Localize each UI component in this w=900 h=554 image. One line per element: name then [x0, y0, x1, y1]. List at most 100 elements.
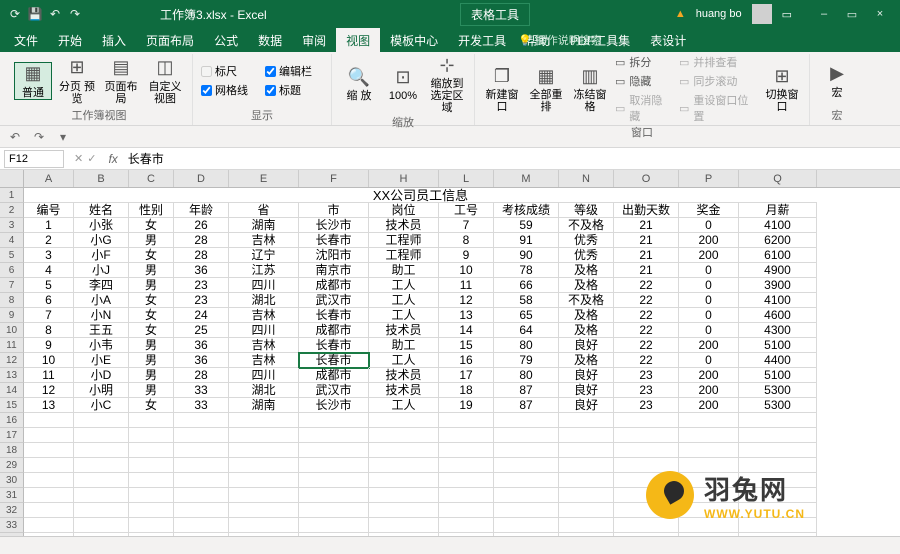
cell[interactable]: 25: [174, 323, 229, 338]
cell[interactable]: 200: [679, 338, 739, 353]
cell[interactable]: [439, 488, 494, 503]
cell[interactable]: [739, 458, 817, 473]
cell[interactable]: [369, 473, 439, 488]
cell[interactable]: 武汉市: [299, 293, 369, 308]
cell[interactable]: 湖南: [229, 398, 299, 413]
cell[interactable]: 良好: [559, 398, 614, 413]
cell[interactable]: 助工: [369, 338, 439, 353]
column-header[interactable]: Q: [739, 170, 817, 187]
freeze-panes-button[interactable]: ▥冻结窗格: [571, 65, 609, 113]
cell[interactable]: 23: [174, 278, 229, 293]
cell[interactable]: 21: [614, 218, 679, 233]
cell[interactable]: 9: [439, 248, 494, 263]
tab-template[interactable]: 模板中心: [380, 28, 448, 53]
cell[interactable]: 小N: [74, 308, 129, 323]
redo-icon[interactable]: ↷: [30, 129, 48, 145]
cell[interactable]: 女: [129, 248, 174, 263]
row-header[interactable]: 14: [0, 383, 24, 398]
column-header[interactable]: N: [559, 170, 614, 187]
tab-file[interactable]: 文件: [4, 28, 48, 53]
cell[interactable]: 59: [494, 218, 559, 233]
column-header[interactable]: L: [439, 170, 494, 187]
cell[interactable]: [174, 443, 229, 458]
column-header[interactable]: P: [679, 170, 739, 187]
cell[interactable]: 79: [494, 353, 559, 368]
undo-icon[interactable]: ↶: [48, 7, 62, 21]
cell[interactable]: 小张: [74, 218, 129, 233]
row-header[interactable]: 17: [0, 428, 24, 443]
cell[interactable]: 吉林: [229, 233, 299, 248]
tab-home[interactable]: 开始: [48, 28, 92, 53]
cell[interactable]: 36: [174, 353, 229, 368]
cell[interactable]: 工程师: [369, 248, 439, 263]
cell[interactable]: 7: [24, 308, 74, 323]
minimize-button[interactable]: –: [810, 4, 838, 24]
cell[interactable]: 22: [614, 278, 679, 293]
cell[interactable]: 江苏: [229, 263, 299, 278]
cell[interactable]: 5: [24, 278, 74, 293]
cell[interactable]: [739, 443, 817, 458]
view-custom-button[interactable]: ◫自定义视图: [146, 57, 184, 105]
cell[interactable]: [129, 413, 174, 428]
row-header[interactable]: 31: [0, 488, 24, 503]
cell[interactable]: 21: [614, 248, 679, 263]
cell[interactable]: 0: [679, 323, 739, 338]
cell[interactable]: [614, 413, 679, 428]
cell[interactable]: 及格: [559, 278, 614, 293]
cell[interactable]: [24, 518, 74, 533]
zoom-selection-button[interactable]: ⊹缩放到 选定区域: [428, 54, 466, 114]
column-header[interactable]: D: [174, 170, 229, 187]
cell[interactable]: [299, 503, 369, 518]
cell[interactable]: 长春市: [299, 233, 369, 248]
cell[interactable]: 21: [614, 233, 679, 248]
cell[interactable]: 吉林: [229, 353, 299, 368]
cell[interactable]: [229, 503, 299, 518]
cell[interactable]: 58: [494, 293, 559, 308]
cell[interactable]: 8: [439, 233, 494, 248]
cell[interactable]: 女: [129, 398, 174, 413]
tab-design[interactable]: 表设计: [640, 28, 696, 53]
cell[interactable]: [24, 458, 74, 473]
cell[interactable]: 工人: [369, 308, 439, 323]
cell[interactable]: 28: [174, 233, 229, 248]
cell[interactable]: 长沙市: [299, 218, 369, 233]
cell[interactable]: 14: [439, 323, 494, 338]
cell[interactable]: 16: [439, 353, 494, 368]
cell[interactable]: 26: [174, 218, 229, 233]
cell[interactable]: 男: [129, 383, 174, 398]
tab-data[interactable]: 数据: [248, 28, 292, 53]
avatar[interactable]: [752, 4, 772, 24]
name-box[interactable]: F12: [4, 150, 64, 168]
zoom-button[interactable]: 🔍缩 放: [340, 66, 378, 102]
cell[interactable]: 13: [439, 308, 494, 323]
tell-me-search[interactable]: 💡 操作说明搜索: [518, 32, 602, 48]
cell[interactable]: 28: [174, 368, 229, 383]
cell[interactable]: 成都市: [299, 368, 369, 383]
cell[interactable]: [229, 428, 299, 443]
cell[interactable]: 3: [24, 248, 74, 263]
split-button[interactable]: ▭ 拆分: [615, 54, 673, 70]
column-header[interactable]: A: [24, 170, 74, 187]
ribbon-options-icon[interactable]: ▭: [782, 8, 792, 21]
cell[interactable]: [174, 488, 229, 503]
cell[interactable]: [24, 473, 74, 488]
cell[interactable]: 湖北: [229, 383, 299, 398]
new-window-button[interactable]: ❐新建窗口: [483, 65, 521, 113]
cell[interactable]: [679, 518, 739, 533]
cell[interactable]: [739, 473, 817, 488]
cell[interactable]: 200: [679, 383, 739, 398]
cell[interactable]: [739, 413, 817, 428]
cell[interactable]: [614, 443, 679, 458]
tab-formula[interactable]: 公式: [204, 28, 248, 53]
cell[interactable]: [679, 488, 739, 503]
cell[interactable]: 12: [439, 293, 494, 308]
cell[interactable]: [229, 473, 299, 488]
select-all-corner[interactable]: [0, 170, 24, 187]
cell[interactable]: [739, 518, 817, 533]
cell[interactable]: [369, 503, 439, 518]
cell[interactable]: 奖金: [679, 203, 739, 218]
cell[interactable]: [494, 488, 559, 503]
cell[interactable]: 90: [494, 248, 559, 263]
maximize-button[interactable]: ▭: [838, 4, 866, 24]
cell[interactable]: [369, 458, 439, 473]
